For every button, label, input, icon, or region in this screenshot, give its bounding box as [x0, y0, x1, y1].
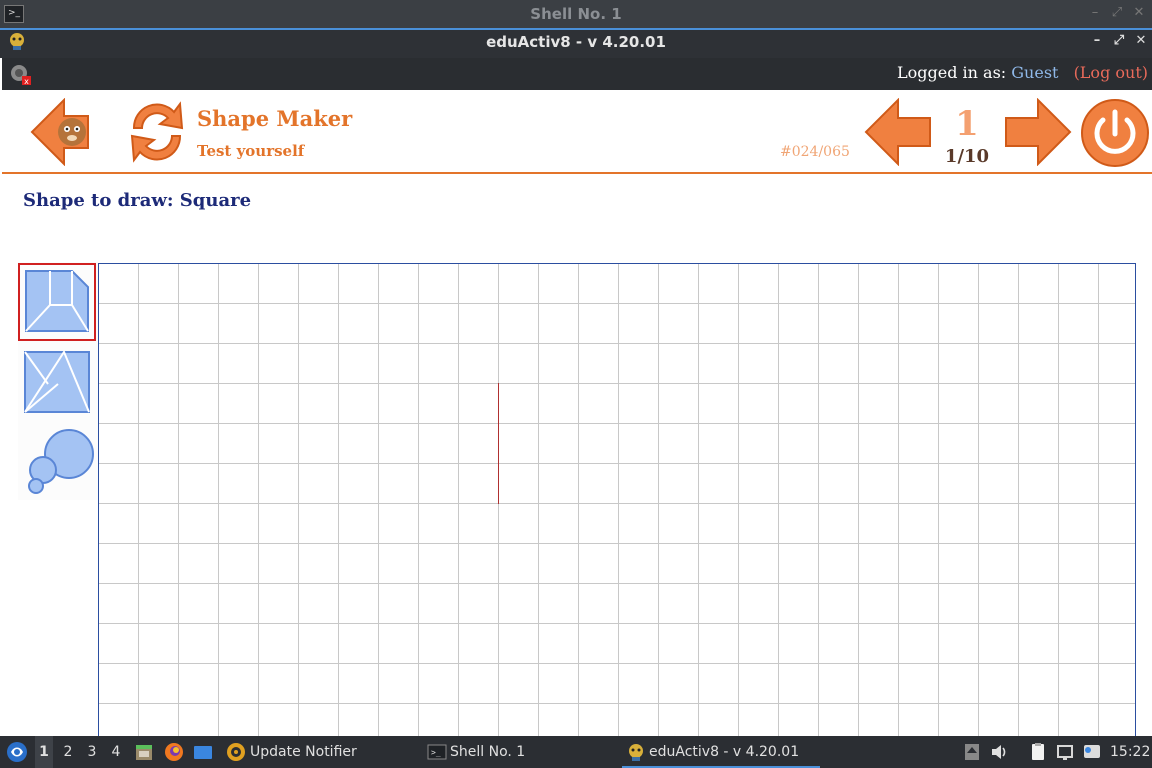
refresh-icon[interactable]: [124, 98, 190, 166]
svg-text:>_: >_: [431, 748, 441, 757]
shape-tool-panel: [18, 262, 98, 500]
power-icon[interactable]: [1080, 98, 1150, 168]
next-arrow-icon[interactable]: [1004, 98, 1072, 166]
update-notifier-icon: [227, 743, 245, 761]
notification-icon[interactable]: [1082, 742, 1102, 762]
tray-up-icon[interactable]: [962, 742, 982, 762]
app-minimize-button[interactable]: –: [1090, 34, 1104, 48]
start-menu-icon[interactable]: [6, 741, 28, 763]
app-maximize-button[interactable]: ⤢: [1112, 34, 1126, 48]
drawn-line-segment: [498, 383, 499, 504]
workspace-1[interactable]: 1: [35, 736, 53, 768]
circle-tool-button[interactable]: [18, 422, 96, 500]
page-count: 1/10: [944, 146, 990, 167]
instruction-text: Shape to draw: Square: [23, 190, 252, 211]
outer-maximize-button[interactable]: ⤢: [1110, 6, 1124, 20]
workspace-3[interactable]: 3: [83, 736, 101, 768]
back-home-arrow-button[interactable]: [30, 98, 90, 166]
svg-text:x: x: [24, 77, 29, 86]
activity-subtitle: Test yourself: [197, 142, 305, 160]
quadrilateral-tool-button[interactable]: [18, 263, 96, 341]
outer-minimize-button[interactable]: –: [1088, 6, 1102, 20]
task-shell[interactable]: Shell No. 1: [450, 736, 525, 768]
activity-code: #024/065: [780, 144, 850, 160]
activity-title: Shape Maker: [197, 106, 353, 131]
workspace-4[interactable]: 4: [107, 736, 125, 768]
logout-link[interactable]: (Log out): [1074, 63, 1148, 82]
task-update-notifier[interactable]: Update Notifier: [250, 736, 357, 768]
task-eduactiv8[interactable]: eduActiv8 - v 4.20.01: [649, 736, 799, 768]
outer-window-title: Shell No. 1: [530, 5, 622, 23]
circle-icon: [28, 429, 94, 494]
login-status: Logged in as: Guest (Log out): [897, 62, 1148, 84]
login-prefix: Logged in as:: [896, 63, 1007, 82]
file-manager-icon[interactable]: [134, 742, 154, 762]
volume-icon[interactable]: [990, 742, 1010, 762]
drawing-grid[interactable]: [98, 263, 1136, 743]
terminal-task-icon: >_: [427, 744, 447, 760]
triangle-icon: [24, 349, 90, 413]
eduactiv8-task-icon: [629, 744, 643, 761]
previous-arrow-icon[interactable]: [864, 98, 932, 166]
clock: 15:22: [1110, 744, 1151, 760]
app-window-title: eduActiv8 - v 4.20.01: [486, 33, 666, 51]
network-icon[interactable]: [1055, 742, 1075, 762]
triangle-tool-button[interactable]: [18, 344, 96, 422]
quadrilateral-icon: [25, 270, 89, 332]
speaker-muted-icon[interactable]: x: [8, 62, 32, 86]
desktop-icon[interactable]: [193, 742, 213, 762]
firefox-icon[interactable]: [164, 742, 184, 762]
page-number: 1: [955, 104, 979, 144]
clipboard-icon[interactable]: [1028, 742, 1048, 762]
outer-close-button[interactable]: ✕: [1132, 6, 1146, 20]
app-close-button[interactable]: ✕: [1134, 34, 1148, 48]
login-user: Guest: [1011, 63, 1059, 82]
workspace-2[interactable]: 2: [59, 736, 77, 768]
